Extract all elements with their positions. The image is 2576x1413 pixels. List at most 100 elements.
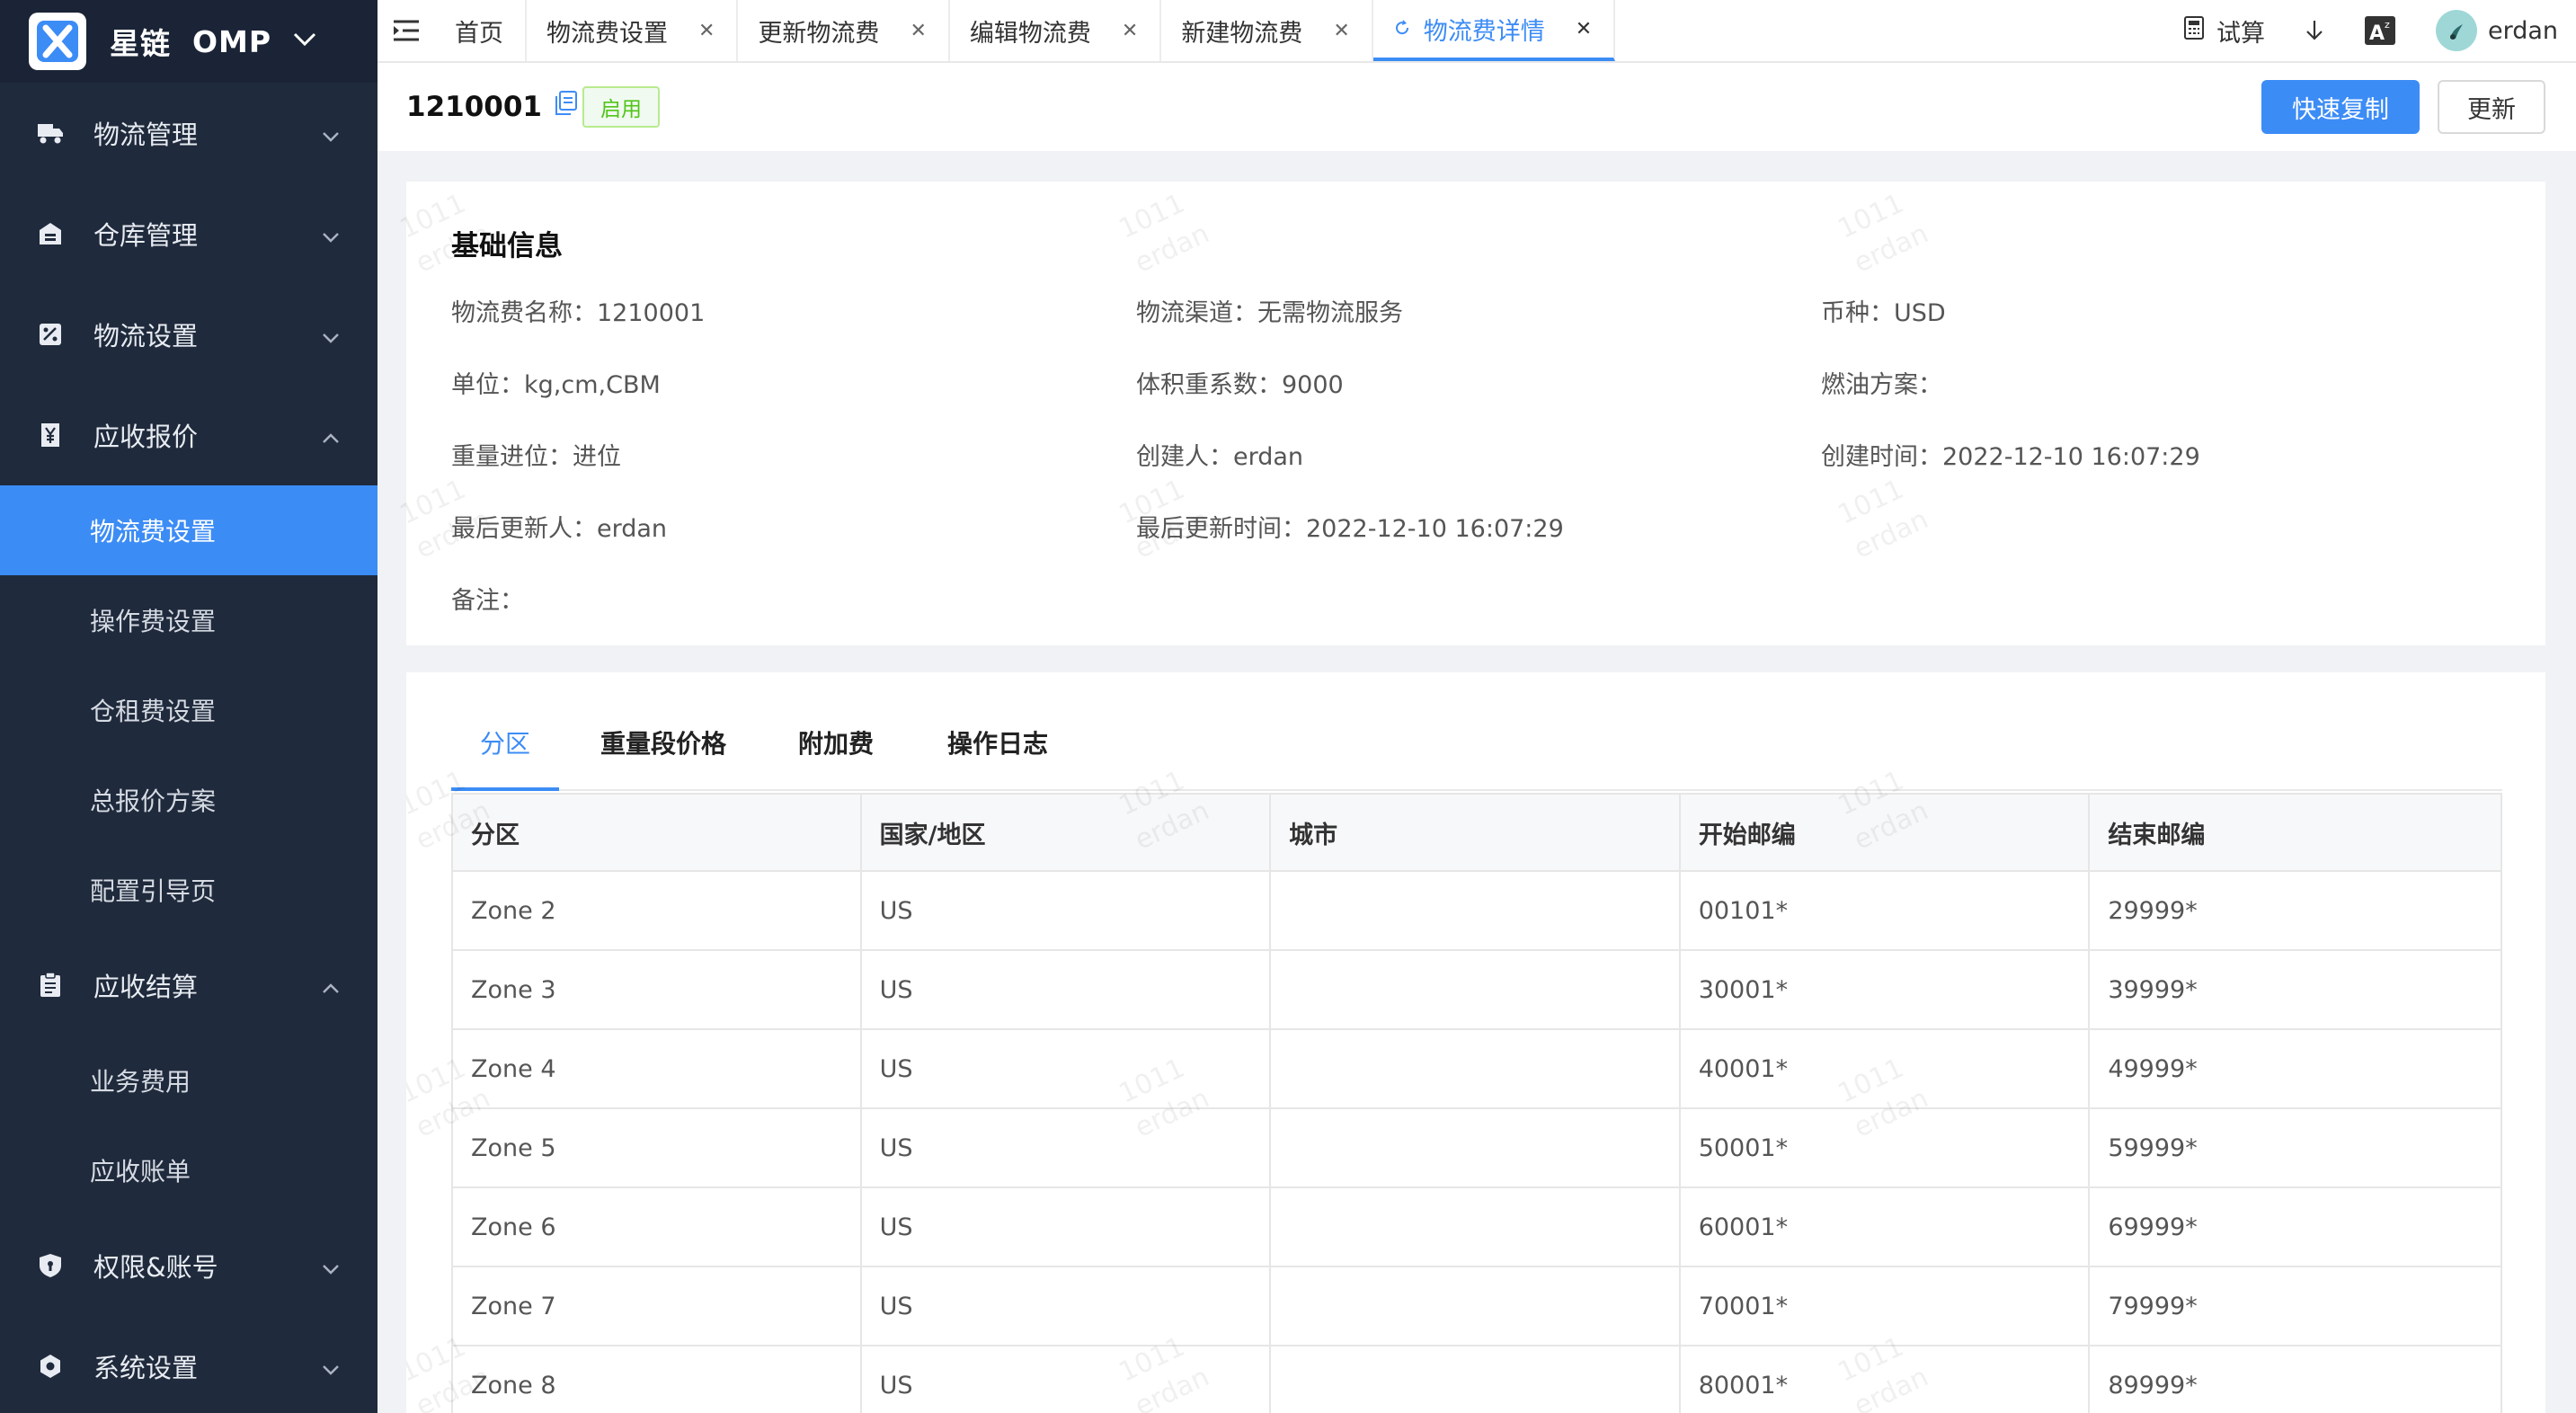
cell-zone: Zone 8 [451,1345,862,1413]
cell-zone: Zone 4 [451,1028,862,1109]
menu-group-receivable-quote[interactable]: 应收报价 [0,385,378,485]
menu-group-permissions[interactable]: 权限&账号 [0,1215,378,1316]
tab-surcharge[interactable]: 附加费 [798,724,874,760]
cell-end-zip: 39999* [2088,949,2502,1030]
menu-group-label: 应收报价 [93,422,199,452]
cell-zone: Zone 3 [451,949,862,1030]
sidebar-item-receivable-bill[interactable]: 应收账单 [0,1125,378,1215]
menu-group-system-settings[interactable]: 系统设置 [0,1316,378,1413]
active-tab-indicator [451,787,559,791]
cell-end-zip: 89999* [2088,1345,2502,1413]
close-icon[interactable]: ✕ [1576,18,1592,40]
cell-country: US [859,1266,1272,1346]
table-row: Zone 2 US 00101* 29999* [451,870,2502,951]
tab-home[interactable]: 首页 [435,0,527,61]
table-row: Zone 4 US 40001* 49999* [451,1028,2502,1109]
cell-city [1269,949,1681,1030]
tab-label: 物流费详情 [1423,17,1545,46]
cell-city [1269,1345,1681,1413]
sidebar-item-storage-fee[interactable]: 仓租费设置 [0,665,378,755]
column-header: 分区 [451,793,862,872]
cell-start-zip: 40001* [1678,1028,2091,1109]
close-icon[interactable]: ✕ [1333,20,1349,42]
cell-city [1269,870,1681,951]
logistics-settings-icon [36,320,65,349]
copy-icon[interactable] [553,90,578,124]
menu-group-logistics-settings[interactable]: 物流设置 [0,284,378,385]
field-unit: 单位：kg,cm,CBM [451,371,661,399]
clipboard-icon [36,971,65,1000]
tab-new-logistics-fee[interactable]: 新建物流费 ✕ [1161,0,1373,61]
cell-country: US [859,949,1272,1030]
field-channel: 物流渠道：无需物流服务 [1136,299,1403,327]
field-last-updated-time: 最后更新时间：2022-12-10 16:07:29 [1136,515,1564,543]
menu-fold-icon[interactable] [378,0,435,61]
tab-logistics-fee-detail[interactable]: 物流费详情 ✕ [1372,0,1616,61]
cell-zone: Zone 7 [451,1266,862,1346]
header-toolbar: 试算 Az erdan [2145,0,2558,61]
chevron-up-icon [322,970,340,1000]
menu-group-logistics[interactable]: 物流管理 [0,83,378,183]
cell-start-zip: 60001* [1678,1186,2091,1267]
detail-header: 1210001 启用 快速复制 更新 [378,63,2576,151]
cell-start-zip: 50001* [1678,1107,2091,1188]
close-icon[interactable]: ✕ [910,20,926,42]
detail-tabs: 分区 重量段价格 附加费 操作日志 [451,699,2502,791]
user-menu[interactable]: erdan [2435,10,2558,51]
quick-copy-button[interactable]: 快速复制 [2261,80,2420,134]
field-creator: 创建人：erdan [1136,443,1304,471]
cell-end-zip: 79999* [2088,1266,2502,1346]
table-row: Zone 3 US 30001* 39999* [451,949,2502,1030]
refresh-icon[interactable] [1393,15,1411,43]
menu-group-receivable-settlement[interactable]: 应收结算 [0,935,378,1035]
tab-label: 物流费设置 [546,19,668,48]
svg-text:A: A [2369,22,2385,45]
sidebar-item-operation-fee[interactable]: 操作费设置 [0,575,378,665]
cell-zone: Zone 2 [451,870,862,951]
cell-country: US [859,1028,1272,1109]
tab-weight-price[interactable]: 重量段价格 [600,724,726,760]
translate-icon[interactable]: Az [2364,15,2396,46]
table-row: Zone 7 US 70001* 79999* [451,1266,2502,1346]
tab-update-logistics-fee[interactable]: 更新物流费 ✕ [738,0,950,61]
close-icon[interactable]: ✕ [1122,20,1138,42]
field-weight-rounding: 重量进位：进位 [451,443,621,471]
cell-zone: Zone 6 [451,1186,862,1267]
column-header: 城市 [1269,793,1681,872]
cell-city [1269,1266,1681,1346]
tab-zones[interactable]: 分区 [480,724,530,760]
basic-info-card: 基础信息 物流费名称：1210001 物流渠道：无需物流服务 币种：USD 单位… [395,182,2545,645]
fee-code-value: 1210001 [406,91,542,123]
cell-country: US [859,1107,1272,1188]
close-icon[interactable]: ✕ [698,20,715,42]
chevron-up-icon [322,420,340,450]
chevron-down-icon [322,1250,340,1281]
chevron-down-icon [322,118,340,148]
trial-calc-button[interactable]: 试算 [2183,13,2265,49]
cell-start-zip: 80001* [1678,1345,2091,1413]
tab-label: 编辑物流费 [969,19,1091,48]
brand-switcher[interactable]: 星链 OMP [0,0,378,83]
cell-end-zip: 69999* [2088,1186,2502,1267]
menu-group-warehouse[interactable]: 仓库管理 [0,183,378,284]
chevron-down-icon [322,218,340,249]
watermark: 1011erdan [1833,473,1933,565]
tab-operation-log[interactable]: 操作日志 [947,724,1048,760]
update-button[interactable]: 更新 [2438,80,2545,134]
sidebar-item-total-quote[interactable]: 总报价方案 [0,755,378,845]
sidebar-item-business-fee[interactable]: 业务费用 [0,1035,378,1125]
warehouse-icon [36,219,65,248]
calculator-icon [2183,15,2204,46]
menu-group-label: 物流管理 [93,120,199,150]
watermark: 1011erdan [1114,187,1214,280]
sidebar-item-guide[interactable]: 配置引导页 [0,845,378,935]
truck-icon [36,119,65,147]
app-logo [29,13,86,70]
menu-group-label: 权限&账号 [93,1252,218,1283]
sidebar-item-logistics-fee[interactable]: 物流费设置 [0,485,378,575]
menu-group-label: 仓库管理 [93,220,199,251]
tab-edit-logistics-fee[interactable]: 编辑物流费 ✕ [950,0,1162,61]
cell-country: US [859,1345,1272,1413]
tab-logistics-fee-settings[interactable]: 物流费设置 ✕ [527,0,739,61]
download-icon[interactable] [2305,19,2324,42]
